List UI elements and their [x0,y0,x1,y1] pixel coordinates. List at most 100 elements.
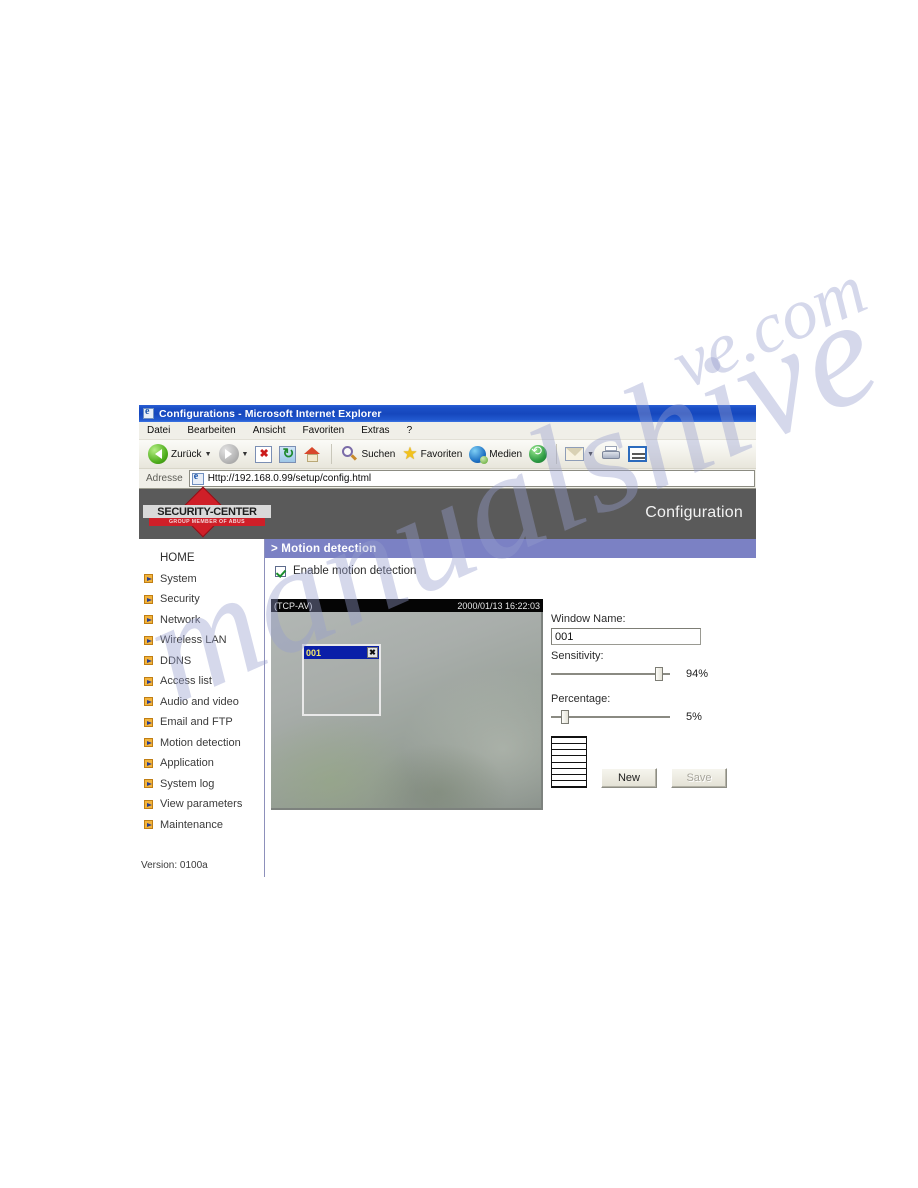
refresh-icon [279,445,297,463]
favorites-button[interactable]: ★ Favoriten [399,442,465,466]
percentage-label: Percentage: [551,693,611,705]
save-button-label: Save [686,772,712,784]
histogram-line [552,779,586,781]
favorites-button-label: Favoriten [420,448,463,460]
histogram-line [552,755,586,757]
sidebar-item-label: Audio and video [160,695,239,708]
arrow-bullet-icon [144,635,153,645]
actions-row: New Save [551,736,751,788]
sidebar-item-view-parameters[interactable]: View parameters [139,794,264,815]
refresh-button[interactable] [276,442,299,466]
sensitivity-slider-thumb[interactable] [655,667,664,681]
address-input[interactable]: Http://192.168.0.99/setup/config.html [188,470,755,487]
video-frame[interactable]: 001 ✖ [271,612,543,810]
arrow-bullet-icon [144,717,153,727]
page-title: Configuration [645,504,743,521]
globe-icon [469,445,489,464]
sidebar-item-ddns[interactable]: DDNS [139,651,264,672]
arrow-bullet-icon [144,697,153,707]
sidebar-item-audio-and-video[interactable]: Audio and video [139,692,264,713]
printer-icon [601,446,621,462]
sidebar-item-email-and-ftp[interactable]: Email and FTP [139,712,264,733]
motion-window-001[interactable]: 001 ✖ [302,644,381,716]
chevron-down-icon[interactable]: ▼ [205,451,212,458]
search-button[interactable]: Suchen [337,442,398,466]
edit-button[interactable] [625,442,650,466]
menu-item-extras[interactable]: Extras [361,425,389,436]
back-button-label: Zurück [171,448,202,460]
sensitivity-slider[interactable] [551,665,670,682]
sidebar-item-wireless-lan[interactable]: Wireless LAN [139,630,264,651]
save-button[interactable]: Save [671,768,727,788]
menu-bar: Datei Bearbeiten Ansicht Favoriten Extra… [139,422,756,440]
sidebar-item-network[interactable]: Network [139,610,264,631]
back-arrow-icon [148,444,168,464]
history-button[interactable] [526,442,550,466]
edit-page-icon [628,446,648,462]
ie-logo-icon [143,406,154,419]
stop-button[interactable] [252,442,275,466]
window-title: Configurations - Microsoft Internet Expl… [159,407,382,420]
page-root: manualshive ve.com Configurations - Micr… [0,0,918,1188]
window-name-value: 001 [555,630,574,643]
arrow-bullet-icon [144,820,153,830]
menu-item-bearbeiten[interactable]: Bearbeiten [187,425,235,436]
detection-area: (TCP-AV) 2000/01/13 16:22:03 001 ✖ Windo… [265,599,756,840]
new-button[interactable]: New [601,768,657,788]
magnifier-icon [340,445,358,463]
arrow-bullet-icon [144,656,153,666]
page-icon [191,471,204,485]
stream-mode-label: (TCP-AV) [274,600,313,611]
sidebar-item-system[interactable]: System [139,569,264,590]
new-button-label: New [617,772,640,784]
address-bar: Adresse Http://192.168.0.99/setup/config… [139,469,756,489]
print-button[interactable] [598,442,624,466]
percentage-slider-row: 5% [551,708,751,725]
sidebar-item-home[interactable]: HOME [139,548,264,569]
logo-sub-text: GROUP MEMBER OF ABUS [168,519,246,525]
main-panel: > Motion detection Enable motion detecti… [265,539,756,877]
mail-chevron-down-icon[interactable]: ▼ [587,451,594,458]
sidebar-item-label: HOME [160,552,195,565]
sidebar-item-label: Application [160,757,214,770]
histogram-line [552,773,586,775]
close-icon[interactable]: ✖ [367,647,378,658]
sidebar-item-access-list[interactable]: Access list [139,671,264,692]
sidebar-item-maintenance[interactable]: Maintenance [139,815,264,836]
window-name-input[interactable]: 001 [551,628,701,645]
forward-button[interactable]: ▼ [216,442,252,466]
arrow-bullet-icon [144,758,153,768]
enable-motion-detection-checkbox[interactable] [275,565,286,577]
histogram-line [552,761,586,763]
arrow-bullet-icon [144,738,153,748]
menu-item-ansicht[interactable]: Ansicht [253,425,286,436]
forward-chevron-down-icon[interactable]: ▼ [242,451,249,458]
stop-icon [255,445,273,463]
video-header: (TCP-AV) 2000/01/13 16:22:03 [271,599,543,612]
sidebar-item-security[interactable]: Security [139,589,264,610]
percentage-slider[interactable] [551,708,670,725]
content-row: HOME System Security Network Wireless LA… [139,539,756,877]
media-button[interactable]: Medien [466,442,525,466]
menu-item-favoriten[interactable]: Favoriten [303,425,345,436]
address-bar-label: Adresse [146,473,183,484]
histogram-line [552,786,586,787]
sidebar-item-motion-detection[interactable]: Motion detection [139,733,264,754]
browser-window: Configurations - Microsoft Internet Expl… [139,405,756,877]
forward-arrow-icon [218,444,239,464]
mail-button[interactable]: ▼ [562,442,597,466]
sidebar-item-label: Wireless LAN [160,634,227,647]
sidebar-item-application[interactable]: Application [139,753,264,774]
menu-item-help[interactable]: ? [407,425,413,436]
menu-item-datei[interactable]: Datei [147,425,170,436]
home-button[interactable] [300,442,325,466]
toolbar-divider [331,444,333,464]
arrow-bullet-icon [144,574,153,584]
back-button[interactable]: Zurück ▼ [145,442,215,466]
sidebar-item-label: Network [160,613,201,626]
enable-motion-detection-row[interactable]: Enable motion detection [275,565,756,577]
sidebar-item-label: System log [160,777,215,790]
sidebar-item-system-log[interactable]: System log [139,774,264,795]
percentage-slider-thumb[interactable] [560,710,569,724]
motion-window-titlebar[interactable]: 001 ✖ [304,646,379,659]
